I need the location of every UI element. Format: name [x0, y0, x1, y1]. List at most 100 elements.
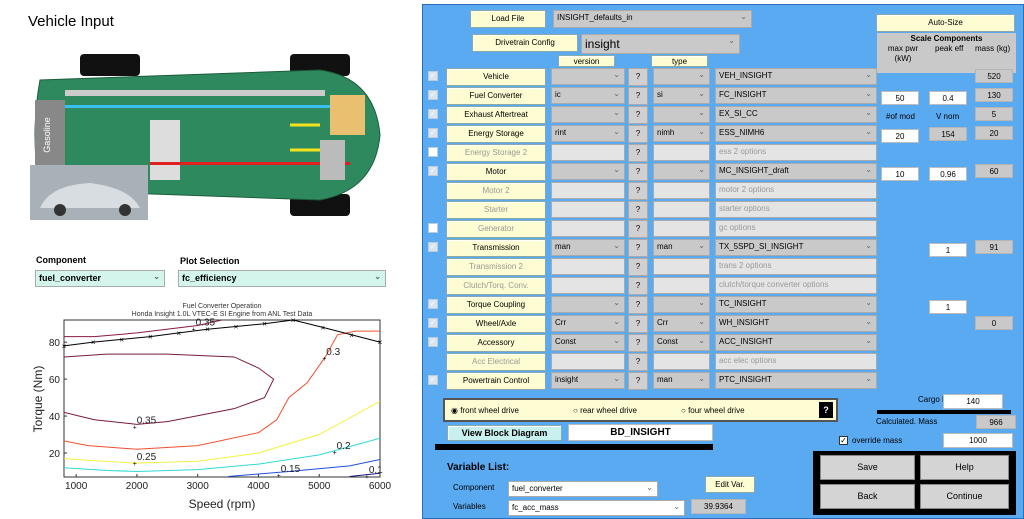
checkbox-vehicle[interactable]: ✓ [428, 71, 438, 81]
component-button-starter[interactable]: Starter [446, 201, 546, 219]
plot-selection-dropdown[interactable]: fc_efficiency ⌄ [178, 270, 386, 287]
load-file-dropdown[interactable]: INSIGHT_defaults_in ⌄ [553, 10, 752, 28]
peak-eff-input[interactable]: 0.96 [929, 167, 967, 181]
type-dropdown[interactable]: ⌄ [653, 68, 710, 85]
help-button[interactable]: ? [628, 144, 648, 162]
file-dropdown[interactable]: MC_INSIGHT_draft ⌄ [715, 163, 877, 180]
peak-eff-input[interactable]: 0.4 [929, 91, 967, 105]
drivetrain-dropdown[interactable]: insight ⌄ [581, 34, 740, 54]
file-dropdown[interactable]: EX_SI_CC ⌄ [715, 106, 877, 123]
checkbox-powertrain-control[interactable]: ✓ [428, 375, 438, 385]
peak-eff-input[interactable]: 1 [929, 243, 967, 257]
file-dropdown[interactable]: VEH_INSIGHT ⌄ [715, 68, 877, 85]
type-dropdown[interactable]: man ⌄ [653, 239, 710, 256]
component-button-vehicle[interactable]: Vehicle [446, 68, 546, 86]
help-button[interactable]: ? [628, 182, 648, 200]
component-button-fuel-converter[interactable]: Fuel Converter [446, 87, 546, 105]
file-dropdown[interactable]: WH_INSIGHT ⌄ [715, 315, 877, 332]
max-power-input[interactable]: 50 [881, 91, 919, 105]
file-dropdown[interactable]: ESS_NIMH6 ⌄ [715, 125, 877, 142]
checkbox-energy-storage[interactable]: ✓ [428, 128, 438, 138]
override-mass-checkbox[interactable]: ✓ [839, 436, 848, 445]
component-button-generator[interactable]: Generator [446, 220, 546, 238]
help-button[interactable]: ? [628, 315, 648, 333]
component-button-energy-storage-2[interactable]: Energy Storage 2 [446, 144, 546, 162]
drivetrain-config-button[interactable]: Drivetrain Config [472, 34, 578, 52]
component-button-transmission[interactable]: Transmission [446, 239, 546, 257]
component-button-transmission-2[interactable]: Transmission 2 [446, 258, 546, 276]
type-dropdown[interactable]: nimh ⌄ [653, 125, 710, 142]
help-button[interactable]: ? [628, 296, 648, 314]
drive-help-button[interactable]: ? [819, 402, 833, 418]
version-dropdown[interactable]: insight ⌄ [551, 372, 625, 389]
checkbox-fuel-converter[interactable]: ✓ [428, 90, 438, 100]
max-power-input[interactable]: 20 [881, 129, 919, 143]
checkbox-generator[interactable] [428, 223, 438, 233]
max-power-input[interactable]: 10 [881, 167, 919, 181]
version-dropdown[interactable]: ⌄ [551, 106, 625, 123]
checkbox-energy-storage-2[interactable] [428, 147, 438, 157]
component-button-energy-storage[interactable]: Energy Storage [446, 125, 546, 143]
version-dropdown[interactable]: rint ⌄ [551, 125, 625, 142]
help-button[interactable]: ? [628, 239, 648, 257]
type-dropdown[interactable]: man ⌄ [653, 372, 710, 389]
help-button[interactable]: ? [628, 125, 648, 143]
version-dropdown[interactable]: man ⌄ [551, 239, 625, 256]
help-button[interactable]: ? [628, 163, 648, 181]
variables-dropdown[interactable]: fc_acc_mass ⌄ [508, 500, 685, 516]
help-button[interactable]: ? [628, 353, 648, 371]
back-button[interactable]: Back [820, 484, 915, 509]
type-dropdown[interactable]: Crr ⌄ [653, 315, 710, 332]
version-dropdown[interactable]: ⌄ [551, 296, 625, 313]
help-button[interactable]: ? [628, 106, 648, 124]
component-dropdown[interactable]: fuel_converter ⌄ [35, 270, 165, 287]
auto-size-button[interactable]: Auto-Size [876, 14, 1015, 32]
var-component-dropdown[interactable]: fuel_converter ⌄ [508, 481, 658, 497]
help-button[interactable]: ? [628, 87, 648, 105]
version-dropdown[interactable]: ⌄ [551, 163, 625, 180]
type-dropdown[interactable]: ⌄ [653, 163, 710, 180]
peak-eff-input[interactable]: 1 [929, 300, 967, 314]
checkbox-accessory[interactable]: ✓ [428, 337, 438, 347]
help-button[interactable]: ? [628, 258, 648, 276]
help-button[interactable]: ? [628, 372, 648, 390]
component-button-motor-2[interactable]: Motor 2 [446, 182, 546, 200]
radio-rear-wheel-drive[interactable]: ○ rear wheel drive [573, 406, 637, 415]
save-button[interactable]: Save [820, 455, 915, 480]
load-file-button[interactable]: Load File [470, 10, 546, 28]
type-dropdown[interactable]: Const ⌄ [653, 334, 710, 351]
type-dropdown[interactable]: ⌄ [653, 106, 710, 123]
version-dropdown[interactable]: Const ⌄ [551, 334, 625, 351]
view-block-diagram-button[interactable]: View Block Diagram [447, 425, 562, 441]
cargo-mass-input[interactable]: 140 [943, 394, 1003, 409]
help-button[interactable]: ? [628, 201, 648, 219]
continue-button[interactable]: Continue [920, 484, 1009, 509]
component-button-wheel-axle[interactable]: Wheel/Axle [446, 315, 546, 333]
component-button-powertrain-control[interactable]: Powertrain Control [446, 372, 546, 390]
help-button[interactable]: Help [920, 455, 1009, 480]
component-button-accessory[interactable]: Accessory [446, 334, 546, 352]
help-button[interactable]: ? [628, 220, 648, 238]
help-button[interactable]: ? [628, 68, 648, 86]
checkbox-motor[interactable]: ✓ [428, 166, 438, 176]
component-button-motor[interactable]: Motor [446, 163, 546, 181]
edit-var-button[interactable]: Edit Var. [705, 476, 755, 493]
type-dropdown[interactable]: si ⌄ [653, 87, 710, 104]
component-button-acc-electrical[interactable]: Acc Electrical [446, 353, 546, 371]
checkbox-wheel-axle[interactable]: ✓ [428, 318, 438, 328]
file-dropdown[interactable]: TC_INSIGHT ⌄ [715, 296, 877, 313]
version-dropdown[interactable]: ic ⌄ [551, 87, 625, 104]
version-dropdown[interactable]: ⌄ [551, 68, 625, 85]
file-dropdown[interactable]: ACC_INSIGHT ⌄ [715, 334, 877, 351]
help-button[interactable]: ? [628, 334, 648, 352]
help-button[interactable]: ? [628, 277, 648, 295]
version-dropdown[interactable]: Crr ⌄ [551, 315, 625, 332]
component-button-torque-coupling[interactable]: Torque Coupling [446, 296, 546, 314]
radio-front-wheel-drive[interactable]: ◉ front wheel drive [451, 406, 519, 415]
checkbox-exhaust-aftertreat[interactable]: ✓ [428, 109, 438, 119]
file-dropdown[interactable]: PTC_INSIGHT ⌄ [715, 372, 877, 389]
type-dropdown[interactable]: ⌄ [653, 296, 710, 313]
component-button-exhaust-aftertreat[interactable]: Exhaust Aftertreat [446, 106, 546, 124]
file-dropdown[interactable]: FC_INSIGHT ⌄ [715, 87, 877, 104]
checkbox-transmission[interactable]: ✓ [428, 242, 438, 252]
